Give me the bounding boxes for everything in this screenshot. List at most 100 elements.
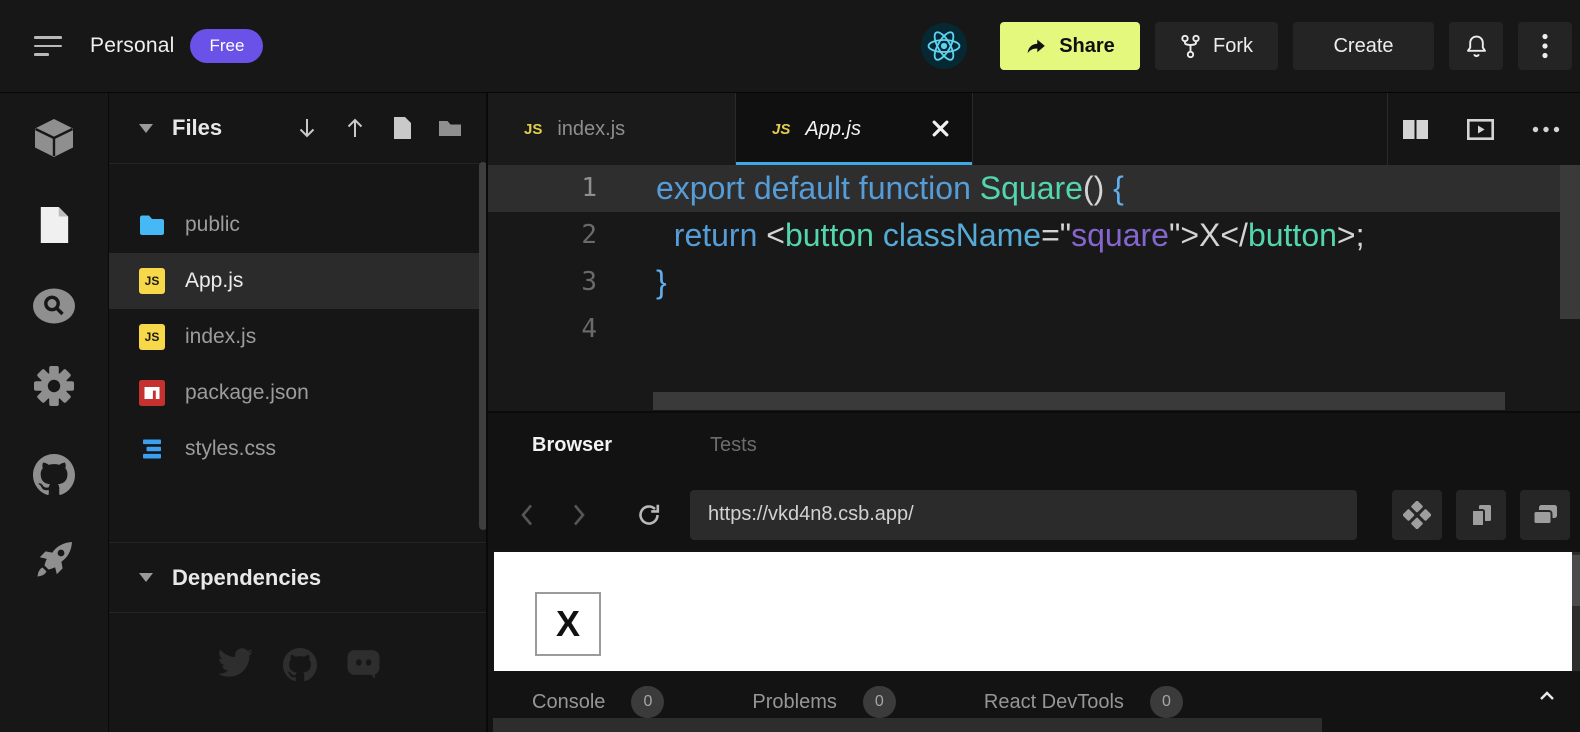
- url-input[interactable]: [690, 490, 1357, 540]
- chevron-down-icon[interactable]: [139, 573, 153, 582]
- code-token: {: [1113, 170, 1124, 206]
- more-options-button[interactable]: [1518, 22, 1572, 70]
- create-label: Create: [1333, 35, 1393, 58]
- devtools-diamonds-icon[interactable]: [1392, 490, 1442, 540]
- tab-indexjs[interactable]: JS index.js: [488, 93, 736, 165]
- settings-gear-icon[interactable]: [32, 364, 76, 413]
- code-token: [874, 217, 883, 253]
- browser-nav-bar: [488, 478, 1580, 551]
- rocket-icon[interactable]: [32, 538, 76, 587]
- file-name: package.json: [185, 381, 309, 405]
- share-icon: [1025, 36, 1047, 56]
- top-bar: Personal Free Share: [0, 0, 1580, 93]
- file-row-public[interactable]: public: [109, 197, 486, 253]
- share-button[interactable]: Share: [1000, 22, 1140, 70]
- files-panel: Files public JS App.js JS index.js: [108, 93, 486, 732]
- twitter-icon[interactable]: [218, 648, 254, 682]
- file-row-packagejson[interactable]: package.json: [109, 365, 486, 421]
- github-link-icon[interactable]: [283, 648, 317, 682]
- file-row-stylescss[interactable]: styles.css: [109, 421, 486, 477]
- editor-horizontal-scrollbar[interactable]: [653, 392, 1505, 410]
- responsive-preview-icon[interactable]: [1456, 490, 1506, 540]
- count-badge: 0: [863, 686, 896, 718]
- problems-label: Problems: [752, 691, 836, 714]
- workspace-name[interactable]: Personal: [90, 34, 174, 58]
- new-folder-icon[interactable]: [438, 118, 462, 138]
- code-token: }: [656, 264, 667, 300]
- discord-icon[interactable]: [346, 648, 382, 682]
- react-devtools-toggle[interactable]: React DevTools 0: [984, 686, 1183, 718]
- code-token: button: [785, 217, 874, 253]
- code-token: =": [1041, 217, 1071, 253]
- console-toggle[interactable]: Console 0: [532, 686, 664, 718]
- menu-icon[interactable]: [34, 34, 64, 58]
- download-icon[interactable]: [296, 117, 318, 139]
- line-number: 4: [488, 306, 608, 353]
- close-icon[interactable]: [931, 119, 950, 138]
- preview-pane-icon[interactable]: [1467, 118, 1494, 141]
- kebab-menu-icon: [1541, 32, 1549, 60]
- browser-preview: X: [488, 551, 1580, 672]
- js-file-icon: JS: [524, 121, 542, 138]
- forward-icon[interactable]: [570, 502, 588, 528]
- bottom-scrollbar[interactable]: [493, 718, 1322, 732]
- sandbox-cube-icon[interactable]: [32, 116, 76, 165]
- file-name: App.js: [185, 269, 243, 293]
- open-in-new-window-icon[interactable]: [1520, 490, 1570, 540]
- fork-label: Fork: [1213, 35, 1253, 58]
- file-name: public: [185, 213, 240, 237]
- dependencies-section-header: Dependencies: [109, 542, 486, 613]
- editor-vertical-scrollbar[interactable]: [1560, 165, 1580, 319]
- code-token: Square: [980, 170, 1083, 206]
- refresh-icon[interactable]: [636, 502, 662, 528]
- share-label: Share: [1059, 35, 1115, 58]
- code-token: export default function: [656, 170, 980, 206]
- file-row-appjs[interactable]: JS App.js: [109, 253, 486, 309]
- problems-toggle[interactable]: Problems 0: [752, 686, 895, 718]
- tab-tests[interactable]: Tests: [710, 434, 757, 457]
- github-icon[interactable]: [33, 454, 75, 501]
- chevron-up-icon[interactable]: [1538, 690, 1556, 702]
- search-icon[interactable]: [31, 286, 77, 331]
- fork-button[interactable]: Fork: [1155, 22, 1278, 70]
- back-icon[interactable]: [518, 502, 536, 528]
- plan-badge[interactable]: Free: [190, 29, 263, 63]
- code-line: 1 export default function Square() {: [488, 165, 1580, 212]
- tab-label: index.js: [557, 118, 625, 141]
- notifications-button[interactable]: [1449, 22, 1503, 70]
- split-view-icon[interactable]: [1402, 118, 1429, 141]
- tab-appjs[interactable]: JS App.js: [736, 93, 973, 165]
- fork-icon: [1180, 34, 1201, 59]
- code-token: <: [757, 217, 785, 253]
- chevron-down-icon[interactable]: [139, 124, 153, 133]
- codesandbox-app: Personal Free Share: [0, 0, 1580, 732]
- npm-file-icon: [139, 380, 165, 406]
- new-file-icon[interactable]: [392, 116, 412, 140]
- code-line: 2 return <button className="square">X</b…: [488, 212, 1580, 259]
- count-badge: 0: [1150, 686, 1183, 718]
- files-panel-icon[interactable]: [37, 205, 71, 250]
- ellipsis-icon[interactable]: [1532, 126, 1560, 133]
- code-text: return <button className="square">X</but…: [608, 212, 1364, 259]
- file-name: styles.css: [185, 437, 276, 461]
- dependencies-title: Dependencies: [172, 565, 321, 591]
- code-token: return: [674, 217, 758, 253]
- create-button[interactable]: Create: [1293, 22, 1434, 70]
- file-row-indexjs[interactable]: JS index.js: [109, 309, 486, 365]
- code-text: export default function Square() {: [608, 165, 1124, 212]
- editor-tab-bar: JS index.js JS App.js: [488, 93, 1580, 165]
- square-button[interactable]: X: [535, 592, 601, 656]
- line-number: 2: [488, 212, 608, 259]
- line-number: 1: [488, 165, 608, 212]
- js-file-icon: JS: [139, 268, 165, 294]
- preview-viewport: X: [494, 552, 1572, 671]
- code-token: className: [883, 217, 1041, 253]
- code-editor[interactable]: 1 export default function Square() { 2 r…: [488, 165, 1580, 411]
- preview-tab-bar: Browser Tests: [488, 413, 1580, 478]
- upload-icon[interactable]: [344, 117, 366, 139]
- console-label: Console: [532, 691, 605, 714]
- preview-scrollbar[interactable]: [1572, 552, 1580, 671]
- tab-browser[interactable]: Browser: [532, 434, 612, 457]
- code-token: square: [1071, 217, 1169, 253]
- editor-toolbar: [1387, 93, 1580, 165]
